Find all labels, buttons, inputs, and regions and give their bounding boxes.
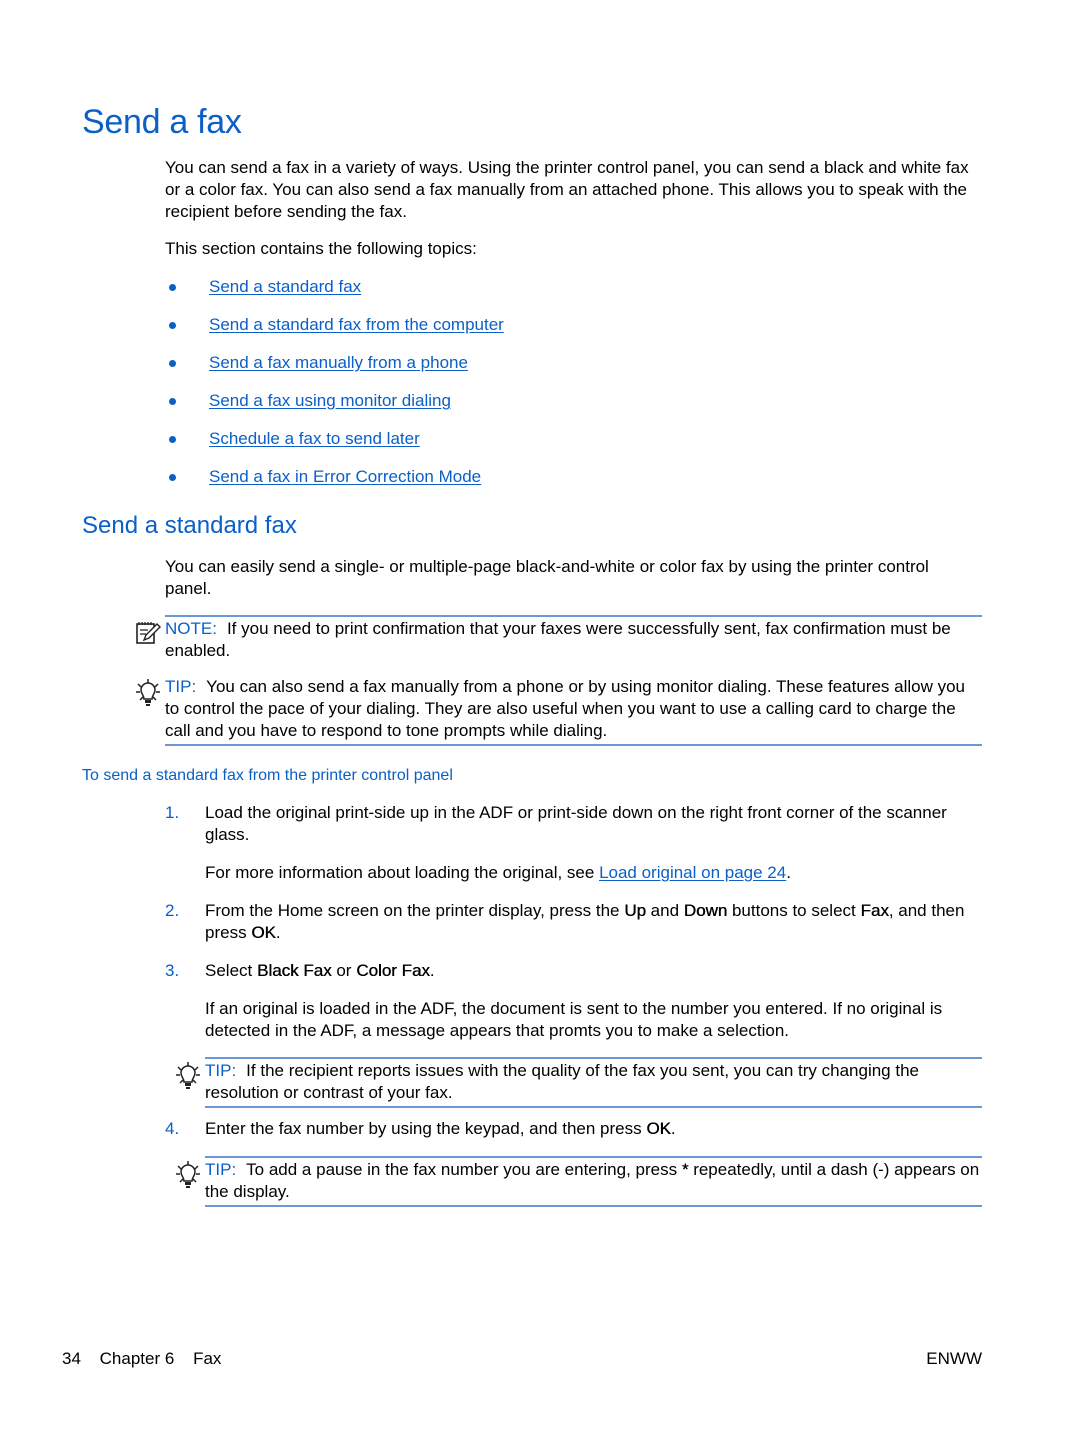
topic-link-monitor-dialing[interactable]: Send a fax using monitor dialing [209,390,451,412]
step-4-text-part: Enter the fax number by using the keypad… [205,1119,647,1138]
bullet-icon [169,360,176,367]
note-text: If you need to print confirmation that y… [165,619,951,660]
page-number: 34 [62,1349,81,1368]
tip-text: If the recipient reports issues with the… [205,1061,919,1102]
bullet-icon [169,436,176,443]
tip-text: You can also send a fax manually from a … [165,677,966,740]
topics-lead: This section contains the following topi… [165,239,477,258]
ok-button-label: OK [646,1119,671,1138]
footer-left: 34 Chapter 6 Fax [62,1348,235,1370]
chapter-label: Chapter 6 [99,1349,175,1368]
page-title: Send a fax [82,103,242,141]
step-1-sub-suffix: . [786,863,791,882]
up-button-label: Up [624,901,646,920]
fax-option-label: Fax [860,901,889,920]
tip-label: TIP: [205,1160,237,1179]
bullet-icon [169,398,176,405]
lightbulb-icon [175,1160,203,1190]
topic-link-standard-fax[interactable]: Send a standard fax [209,276,361,298]
topics-list: Send a standard fax Send a standard fax … [165,276,504,504]
section-intro: You can easily send a single- or multipl… [165,557,929,598]
step-4-number: 4. [165,1119,180,1138]
tip-text-part: To add a pause in the fax number you are… [246,1160,682,1179]
topic-link-manually-from-phone[interactable]: Send a fax manually from a phone [209,352,468,374]
black-fax-label: Black Fax [256,961,332,980]
step-2-text-part: From the Home screen on the printer disp… [205,901,625,920]
intro-paragraph: You can send a fax in a variety of ways.… [165,158,969,221]
topic-link-error-correction[interactable]: Send a fax in Error Correction Mode [209,466,481,488]
tip-callout: TIP: You can also send a fax manually fro… [136,676,982,746]
step-2-text-part: buttons to select [727,901,861,920]
ok-button-label: OK [251,923,276,942]
note-label: NOTE: [165,619,217,638]
chapter-title: Fax [193,1349,222,1368]
note-pencil-icon [135,619,163,649]
step-2-number: 2. [165,901,180,920]
step-2-text-part: . [275,923,281,942]
step-3-subtext: If an original is loaded in the ADF, the… [205,999,943,1040]
step-1-sub-prefix: For more information about loading the o… [205,863,600,882]
step-3-text: Select Black Fax or Color Fax. [205,960,985,982]
down-button-label: Down [683,901,728,920]
step-4-text-part: . [670,1119,676,1138]
topic-item: Send a fax in Error Correction Mode [165,466,504,504]
step-1-number: 1. [165,803,180,822]
step-3-text-part: . [429,961,435,980]
topic-item: Send a standard fax [165,276,504,314]
step-1-subtext: For more information about loading the o… [205,862,985,884]
note-callout: NOTE: If you need to print confirmation t… [136,615,982,662]
section-title: Send a standard fax [82,512,297,539]
lightbulb-icon [135,678,163,708]
color-fax-label: Color Fax [356,961,430,980]
step-2-text: From the Home screen on the printer disp… [205,900,985,944]
tip-label: TIP: [205,1061,237,1080]
step-3-text-part: or [331,961,357,980]
topic-link-from-computer[interactable]: Send a standard fax from the computer [209,314,504,336]
procedure-title: To send a standard fax from the printer … [82,767,453,784]
tip-label: TIP: [165,677,197,696]
step-3-text-part: Select [205,961,257,980]
topic-item: Send a fax manually from a phone [165,352,504,390]
lightbulb-icon [175,1061,203,1091]
load-original-link[interactable]: Load original on page 24 [599,863,786,882]
bullet-icon [169,284,176,291]
topic-item: Schedule a fax to send later [165,428,504,466]
bullet-icon [169,474,176,481]
footer-locale: ENWW [926,1349,982,1368]
topic-item: Send a standard fax from the computer [165,314,504,352]
step-1-text: Load the original print-side up in the A… [205,803,947,844]
topic-item: Send a fax using monitor dialing [165,390,504,428]
bullet-icon [169,322,176,329]
step-4-tip-callout: TIP: To add a pause in the fax number you… [176,1156,982,1207]
topic-link-schedule-later[interactable]: Schedule a fax to send later [209,428,420,450]
step-3-tip-callout: TIP: If the recipient reports issues with… [176,1057,982,1108]
step-2-text-part: and [645,901,684,920]
step-3-number: 3. [165,961,180,980]
step-4-text: Enter the fax number by using the keypad… [205,1118,985,1140]
